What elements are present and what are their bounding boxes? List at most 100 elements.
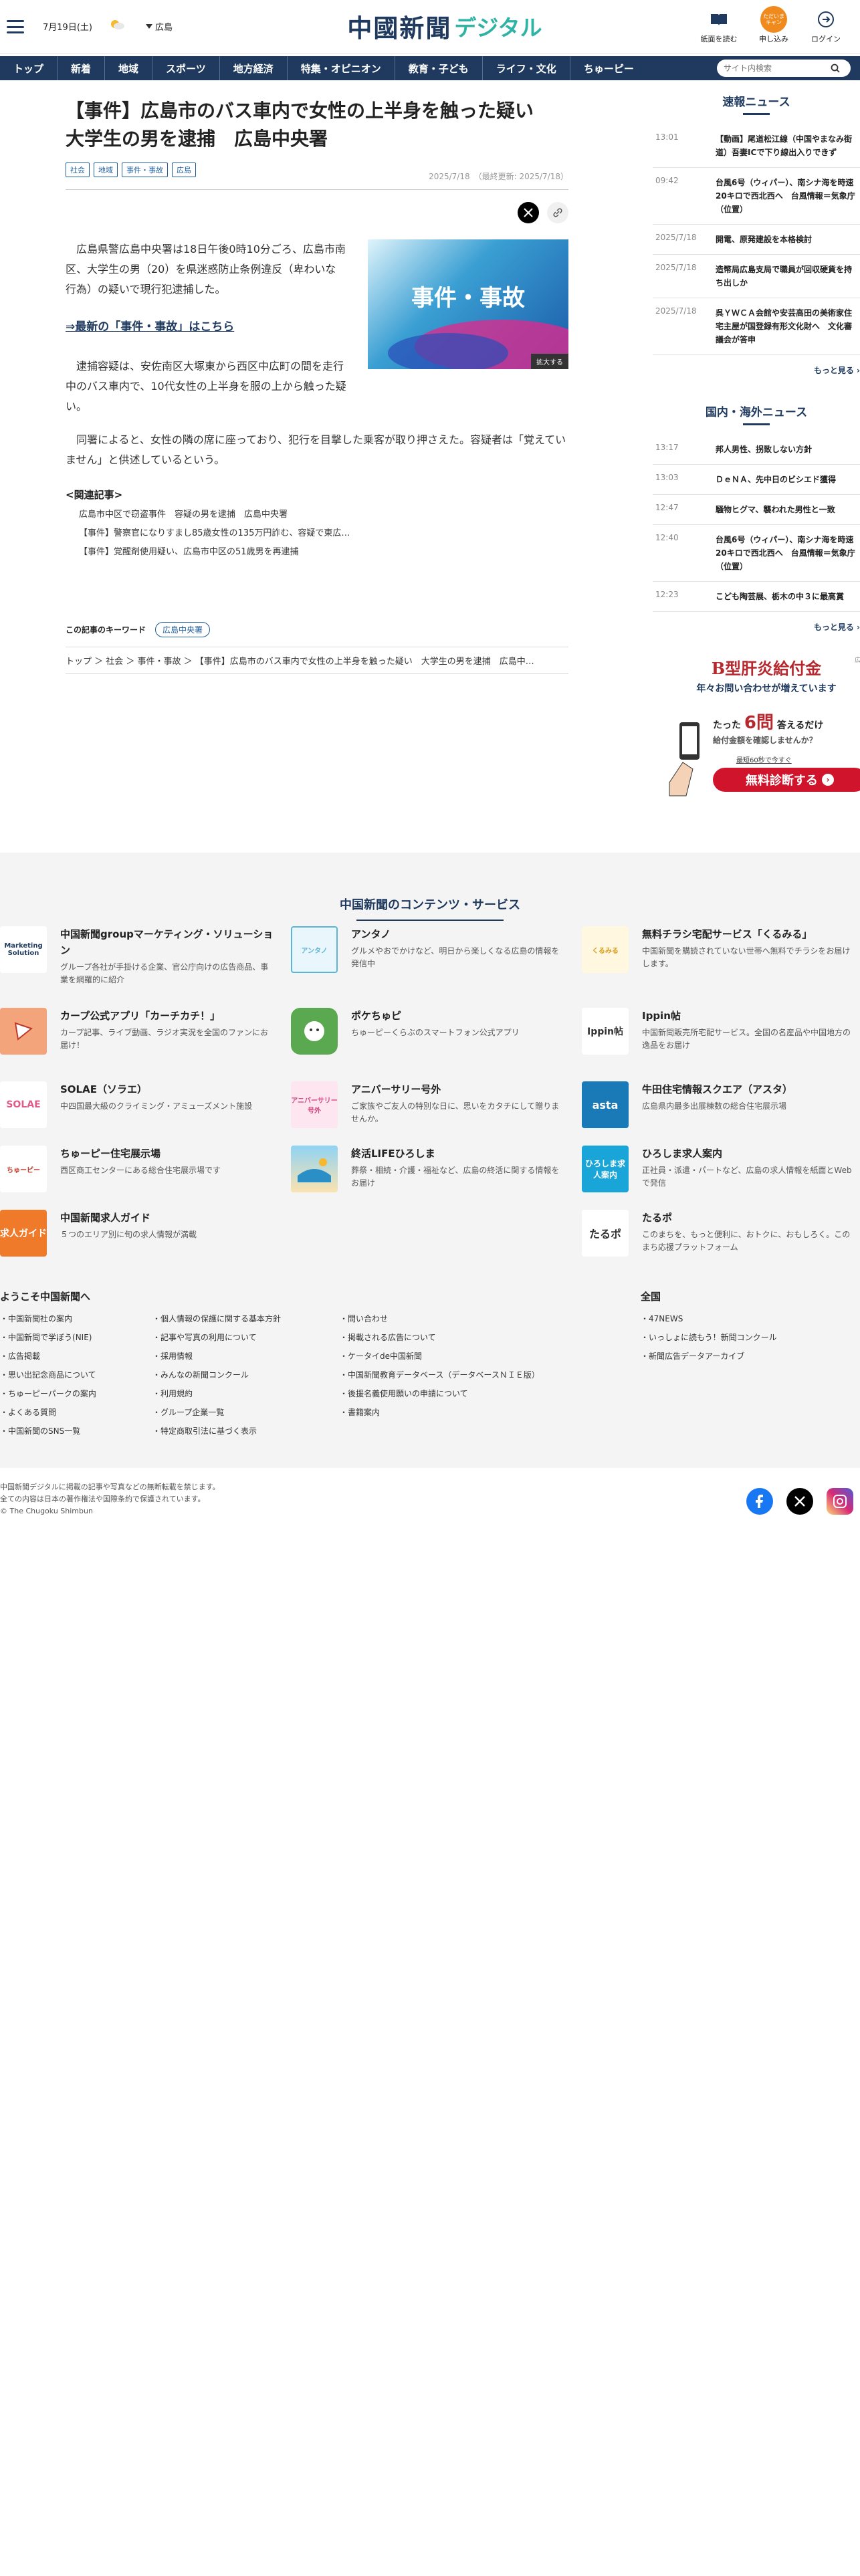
service-item[interactable]: くるみる 無料チラシ宅配サービス「くるみる」 中国新聞を購読されていない世帯へ無料で… <box>582 926 856 973</box>
latest-incident-link[interactable]: ⇒最新の「事件・事故」はこちら <box>66 320 234 334</box>
national-links-title: 全国 <box>641 1291 661 1303</box>
footer-link[interactable]: ・いっしょに読もう！新聞コンクール <box>641 1331 777 1350</box>
footer-link[interactable]: ・特定商取引法に基づく表示 <box>152 1425 281 1444</box>
site-logo[interactable]: 中國新聞 デジタル <box>338 8 552 44</box>
footer-link[interactable]: ・ちゅーピーパークの案内 <box>0 1388 96 1406</box>
service-item[interactable]: SOLAE SOLAE（ソラエ） 中四国最大級のクライミング・アミューズメント施設 <box>0 1081 274 1128</box>
nav-new[interactable]: 新着 <box>58 56 106 80</box>
footer-link[interactable]: ・グループ企業一覧 <box>152 1406 281 1425</box>
paragraph-3: 同署によると、女性の隣の席に座っており、犯行を目撃した乗客が取り押さえた。容疑者… <box>66 433 566 466</box>
footer-link[interactable]: ・記事や写真の利用について <box>152 1331 281 1350</box>
news-item[interactable]: 12:23 こども陶芸展、栃木の中３に最高賞 <box>653 582 860 612</box>
search-input[interactable] <box>724 64 831 73</box>
more-breaking-link[interactable]: もっと見る › <box>653 355 860 385</box>
nav-economy[interactable]: 地方経済 <box>220 56 288 80</box>
news-item[interactable]: 13:03 ＤｅＮＡ、先中日のビシエド獲得 <box>653 465 860 495</box>
service-thumbnail: ちゅーピー <box>0 1146 47 1192</box>
service-item[interactable]: Ippin帖 Ippin帖 中国新聞販売所宅配サービス。全国の名産品や中国地方の逸品… <box>582 1008 856 1055</box>
footer-link[interactable]: ・よくある質問 <box>0 1406 96 1425</box>
footer-link[interactable]: ・利用規約 <box>152 1388 281 1406</box>
paragraph-1: 広島県警広島中央署は18日午後0時10分ごろ、広島市南区、大学生の男（20）を県… <box>66 243 346 296</box>
footer-link[interactable]: ・問い合わせ <box>340 1313 540 1331</box>
breadcrumb[interactable]: トップ ＞ 社会 ＞ 事件・事故 ＞ 【事件】広島市のバス車内で女性の上半身を触… <box>66 647 568 674</box>
service-item[interactable]: アンタノ アンタノ グルメやおでかけなど、明日から楽しくなる広島の情報を発信中 <box>291 926 565 973</box>
news-item[interactable]: 12:40 台風6号（ウィパー）、南シナ海を時速20キロで西北西へ 台風情報＝気象… <box>653 525 860 582</box>
related-link[interactable]: 【事件】覚醒剤使用疑い、広島市中区の51歳男を再逮捕 <box>66 543 568 562</box>
nav-sports[interactable]: スポーツ <box>152 56 220 80</box>
footer-link[interactable]: ・広告掲載 <box>0 1350 96 1369</box>
instagram-icon[interactable] <box>827 1488 853 1515</box>
nav-education[interactable]: 教育・子ども <box>395 56 483 80</box>
service-item[interactable]: ポケちゅピ ちゅーピーくらぶのスマートフォン公式アプリ <box>291 1008 565 1055</box>
related-link[interactable]: 【事件】警察官になりすまし85歳女性の135万円詐む、容疑で東広… <box>66 524 568 543</box>
service-item[interactable]: カープ公式アプリ「カーチカチ！」 カープ記事、ライブ動画、ラジオ実況を全国のファン… <box>0 1008 274 1055</box>
more-national-link[interactable]: もっと見る › <box>653 612 860 642</box>
search-icon[interactable] <box>831 64 840 73</box>
news-item[interactable]: 2025/7/18 呉ＹＷＣＡ会館や安芸高田の美術家住宅主屋が国登録有形文化財へ … <box>653 298 860 355</box>
footer-link[interactable]: ・新聞広告データアーカイブ <box>641 1350 777 1369</box>
nav-chupy[interactable]: ちゅーピー <box>570 56 647 80</box>
ad-subtitle: 年々お問い合わせが増えています <box>696 683 837 694</box>
keyword-link[interactable]: 広島中央署 <box>155 622 211 637</box>
related-link[interactable]: 広島市中区で窃盗事件 容疑の男を逮捕 広島中央署 <box>66 506 568 524</box>
service-item[interactable]: Marketing Solution 中国新聞groupマーケティング・ソリューシ… <box>0 926 274 986</box>
footer-link[interactable]: ・中国新聞のSNS一覧 <box>0 1425 96 1444</box>
service-item[interactable]: アニバーサリー号外 アニバーサリー号外 ご家族やご友人の特別な日に、思いをカタチにし… <box>291 1081 565 1128</box>
service-item[interactable]: 終活LIFEひろしま 葬祭・相続・介護・福祉など、広島の終活に関する情報をお届け <box>291 1146 565 1192</box>
service-item[interactable]: ひろしま求人案内 ひろしま求人案内 正社員・派遣・パートなど、広島の求人情報を紙面と… <box>582 1146 856 1192</box>
footer-link[interactable]: ・採用情報 <box>152 1350 281 1369</box>
service-item[interactable]: たるポ たるポ このまちを、もっと便利に、おトクに、おもしろく。このまち応援プラット… <box>582 1210 856 1257</box>
phone-illustration <box>666 709 706 816</box>
footer-link[interactable]: ・みんなの新聞コンクール <box>152 1369 281 1388</box>
subscribe-button[interactable]: ただいまキャン 申し込み <box>747 5 800 44</box>
ad-label: 広告 <box>854 657 860 664</box>
footer-link[interactable]: ・中国新聞で学ぼう(NIE) <box>0 1331 96 1350</box>
ad-banner[interactable]: 広告 B型肝炎給付金 年々お問い合わせが増えています たった 6問 答えるだけ … <box>666 655 860 823</box>
ad-cta-button[interactable]: 無料診断する › <box>713 768 860 792</box>
x-share-icon[interactable] <box>518 202 539 223</box>
news-item[interactable]: 13:17 邦人男性、拐致しない方針 <box>653 435 860 465</box>
news-item[interactable]: 2025/7/18 開電、原発建設を本格検討 <box>653 225 860 255</box>
tag-region[interactable]: 地域 <box>94 163 118 177</box>
news-item[interactable]: 2025/7/18 造幣局広島支局で職員が回収硬貨を持ち出しか <box>653 255 860 298</box>
footer-link[interactable]: ・中国新聞教育データベース（データベースＮＩＥ版） <box>340 1369 540 1388</box>
footer-link[interactable]: ・ケータイde中国新聞 <box>340 1350 540 1369</box>
facebook-icon[interactable] <box>746 1488 773 1515</box>
read-paper-button[interactable]: 紙面を読む <box>692 5 746 44</box>
footer-links-4: ・47NEWS ・いっしょに読もう！新聞コンクール ・新聞広告データアーカイブ <box>641 1313 777 1369</box>
service-thumbnail: asta <box>582 1081 629 1128</box>
enlarge-button[interactable]: 拡大する <box>531 354 568 369</box>
footer-link[interactable]: ・後援名義使用願いの申請について <box>340 1388 540 1406</box>
tag-society[interactable]: 社会 <box>66 163 90 177</box>
news-item[interactable]: 13:01 【動画】尾道松江線（中国やまなみ街道）吾妻ICで下り線出入りできず <box>653 124 860 168</box>
footer-link[interactable]: ・47NEWS <box>641 1313 777 1331</box>
service-item[interactable]: ちゅーピー ちゅーピー住宅展示場 西区商工センターにある総合住宅展示場です <box>0 1146 274 1192</box>
news-item[interactable]: 12:47 騒物ヒグマ、襲われた男性と一致 <box>653 495 860 525</box>
nav-region[interactable]: 地域 <box>105 56 153 80</box>
keyword-label: この記事のキーワード <box>66 625 146 635</box>
copyright: 中国新聞デジタルに掲載の記事や写真などの無断転載を禁じます。 全ての内容は日本の… <box>0 1483 220 1515</box>
footer-link[interactable]: ・掲載される広告について <box>340 1331 540 1350</box>
footer-link[interactable]: ・中国新聞社の案内 <box>0 1313 96 1331</box>
x-icon[interactable] <box>786 1488 813 1515</box>
footer-link[interactable]: ・個人情報の保護に関する基本方針 <box>152 1313 281 1331</box>
pokechupy-icon <box>291 1008 338 1055</box>
link-copy-icon[interactable] <box>547 202 568 223</box>
footer-link[interactable]: ・思い出記念商品について <box>0 1369 96 1388</box>
footer-link[interactable]: ・書籍案内 <box>340 1406 540 1425</box>
region-selector[interactable]: 広島 <box>146 20 173 33</box>
nav-top[interactable]: トップ <box>0 56 58 80</box>
nav-opinion[interactable]: 特集・オピニオン <box>288 56 395 80</box>
welcome-title: ようこそ中国新聞へ <box>0 1291 91 1303</box>
service-item[interactable]: asta 牛田住宅情報スクエア（アスタ） 広島県内最多出展棟数の総合住宅展示場 <box>582 1081 856 1128</box>
service-thumbnail: ひろしま求人案内 <box>582 1146 629 1192</box>
ad-title: B型肝炎給付金 <box>711 659 822 678</box>
news-item[interactable]: 09:42 台風6号（ウィパー）、南シナ海を時速20キロで西北西へ 台風情報＝気象… <box>653 168 860 225</box>
login-button[interactable]: ログイン <box>799 5 853 44</box>
tag-incident[interactable]: 事件・事故 <box>122 163 168 177</box>
menu-icon[interactable] <box>7 20 24 33</box>
tag-hiroshima[interactable]: 広島 <box>172 163 196 177</box>
nav-life[interactable]: ライフ・文化 <box>483 56 570 80</box>
article-photo[interactable]: 事件・事故 拡大する <box>368 239 568 369</box>
service-item[interactable]: 求人ガイド 中国新聞求人ガイド ５つのエリア別に旬の求人情報が満載 <box>0 1210 274 1257</box>
